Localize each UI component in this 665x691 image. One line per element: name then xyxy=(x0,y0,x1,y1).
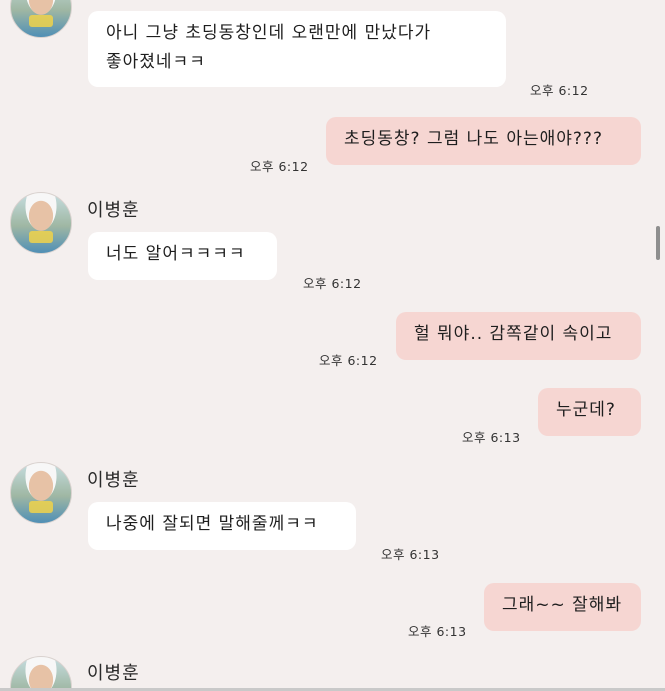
outgoing-message[interactable]: 그래~~ 잘해봐 xyxy=(484,583,641,631)
incoming-message[interactable]: 나중에 잘되면 말해줄께ㅋㅋ xyxy=(88,502,356,550)
avatar[interactable] xyxy=(10,0,72,38)
avatar[interactable] xyxy=(10,192,72,254)
message-time: 오후 6:12 xyxy=(250,159,309,174)
avatar[interactable] xyxy=(10,656,72,691)
chat-log[interactable]: 아니 그냥 초딩동창인데 오랜만에 만났다가 좋아졌네ㅋㅋ 오후 6:12 초딩… xyxy=(0,0,665,691)
sender-name: 이병훈 xyxy=(87,663,140,684)
sender-name: 이병훈 xyxy=(87,470,140,491)
message-time: 오후 6:12 xyxy=(530,83,589,98)
sender-name: 이병훈 xyxy=(87,200,140,221)
message-time: 오후 6:12 xyxy=(319,353,378,368)
message-time: 오후 6:13 xyxy=(381,547,440,562)
outgoing-message[interactable]: 초딩동창? 그럼 나도 아는애야??? xyxy=(326,117,641,165)
outgoing-message[interactable]: 헐 뭐야.. 감쪽같이 속이고 xyxy=(396,312,641,360)
incoming-message[interactable]: 너도 알어ㅋㅋㅋㅋ xyxy=(88,232,277,280)
message-time: 오후 6:13 xyxy=(462,430,521,445)
avatar[interactable] xyxy=(10,462,72,524)
message-time: 오후 6:12 xyxy=(303,276,362,291)
scrollbar-thumb[interactable] xyxy=(656,226,660,260)
incoming-message[interactable]: 아니 그냥 초딩동창인데 오랜만에 만났다가 좋아졌네ㅋㅋ xyxy=(88,11,506,87)
outgoing-message[interactable]: 누군데? xyxy=(538,388,641,436)
message-time: 오후 6:13 xyxy=(408,624,467,639)
